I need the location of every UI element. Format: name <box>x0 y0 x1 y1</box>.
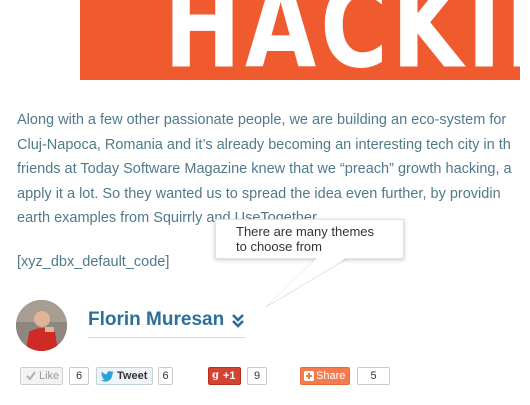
like-label: Like <box>39 370 60 382</box>
tooltip-line: to choose from <box>236 239 322 254</box>
author-divider <box>88 337 246 338</box>
twitter-bird-icon <box>101 371 114 382</box>
google-plus-label: +1 <box>223 370 236 382</box>
author-name-link[interactable]: Florin Muresan <box>88 309 224 331</box>
shortcode-text: [xyz_dbx_default_code] <box>17 254 170 270</box>
like-button[interactable]: Like <box>20 367 63 385</box>
google-plus-count: 9 <box>247 367 267 385</box>
chevron-double-down-icon[interactable] <box>230 312 246 328</box>
tooltip-line: There are many themes <box>236 224 375 239</box>
share-label: Share <box>316 370 346 382</box>
check-icon <box>26 371 36 381</box>
share-count: 5 <box>357 367 390 385</box>
theme-tooltip: There are many themes to choose from <box>215 219 404 259</box>
share-button[interactable]: Share <box>300 367 350 385</box>
author-avatar[interactable] <box>16 300 67 351</box>
banner-title: HACKING <box>164 0 520 80</box>
tweet-button[interactable]: Tweet <box>96 367 153 385</box>
tweet-count: 6 <box>158 367 173 385</box>
paragraph-line: Cluj-Napoca, Romania and it’s already be… <box>17 136 511 153</box>
article-paragraph: Along with a few other passionate people… <box>17 108 530 231</box>
google-plus-button[interactable]: g +1 <box>208 367 241 385</box>
plus-square-icon <box>304 371 314 381</box>
tweet-label: Tweet <box>117 370 148 382</box>
like-count: 6 <box>69 367 89 385</box>
paragraph-line: friends at Today Software Magazine knew … <box>17 161 512 177</box>
paragraph-line: apply it a lot. So they wanted us to spr… <box>17 185 501 202</box>
google-g-icon: g <box>212 370 219 381</box>
paragraph-line: Along with a few other passionate people… <box>17 112 507 128</box>
article-banner-image: HACKING <box>80 0 520 80</box>
